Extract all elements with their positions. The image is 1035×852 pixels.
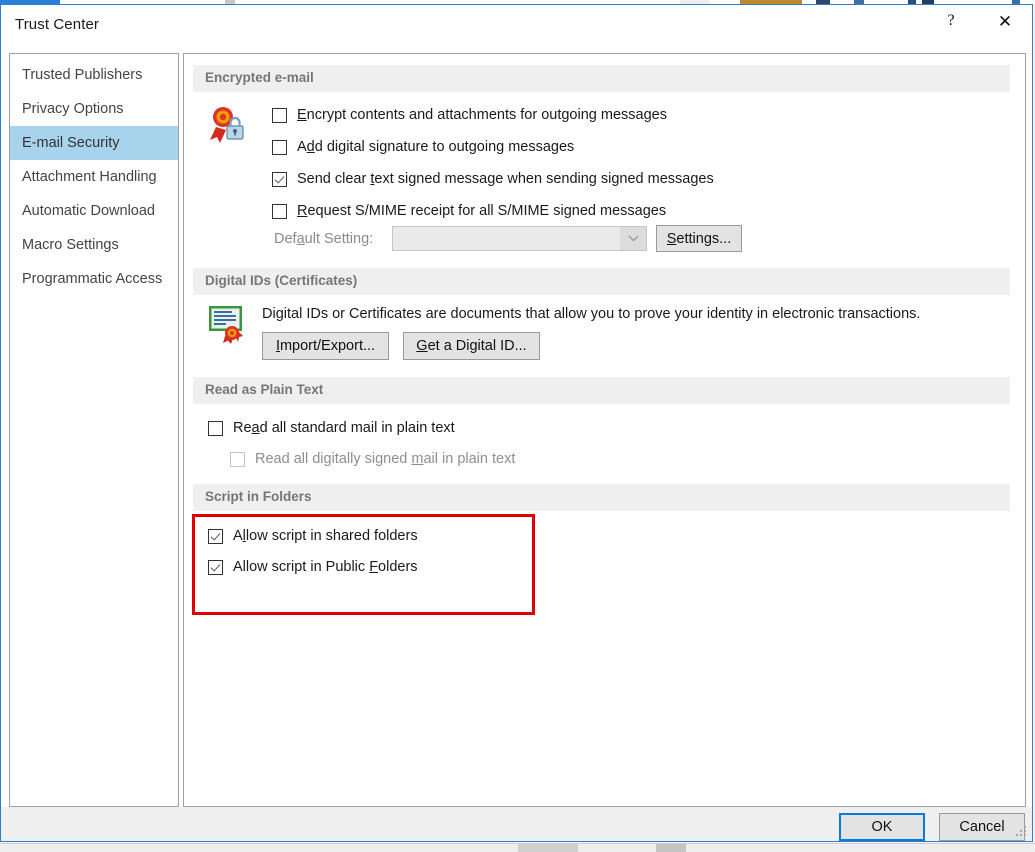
checkbox-box[interactable]	[208, 529, 223, 544]
checkbox-label: Request S/MIME receipt for all S/MIME si…	[297, 203, 666, 219]
sidebar-item-label: Automatic Download	[22, 203, 155, 219]
sidebar-item-privacy-options[interactable]: Privacy Options	[10, 92, 178, 126]
checkbox-label: Read all digitally signed mail in plain …	[255, 451, 515, 467]
section-header-digital-ids: Digital IDs (Certificates)	[193, 268, 1010, 295]
checkbox-label: Send clear text signed message when send…	[297, 171, 714, 187]
sidebar-panel: Trusted Publishers Privacy Options E-mai…	[9, 53, 179, 807]
window-title: Trust Center	[15, 16, 99, 33]
sidebar-item-label: Privacy Options	[22, 101, 124, 117]
checkbox-box[interactable]	[208, 560, 223, 575]
sidebar-item-label: E-mail Security	[22, 135, 120, 151]
checkbox-label: Read all standard mail in plain text	[233, 420, 455, 436]
checkbox-label: Allow script in shared folders	[233, 528, 418, 544]
certificate-document-icon	[207, 303, 247, 350]
section-header-label: Digital IDs (Certificates)	[205, 273, 357, 288]
sidebar-item-attachment-handling[interactable]: Attachment Handling	[10, 160, 178, 194]
section-header-script-in-folders: Script in Folders	[193, 484, 1010, 511]
get-digital-id-button[interactable]: Get a Digital ID...	[403, 332, 540, 360]
title-bar: Trust Center ? ✕	[1, 5, 1032, 48]
cancel-button[interactable]: Cancel	[939, 813, 1025, 841]
checkbox-box[interactable]	[272, 140, 287, 155]
sidebar-item-label: Attachment Handling	[22, 169, 157, 185]
checkbox-label: Allow script in Public Folders	[233, 559, 418, 575]
help-button[interactable]: ?	[928, 5, 974, 37]
sidebar-item-automatic-download[interactable]: Automatic Download	[10, 194, 178, 228]
checkbox-read-signed-mail-plain-text: Read all digitally signed mail in plain …	[230, 451, 515, 467]
section-header-label: Encrypted e-mail	[205, 70, 314, 85]
chevron-down-icon	[620, 227, 646, 250]
certificate-lock-icon	[204, 102, 248, 151]
content-panel: Encrypted e-mail	[183, 53, 1026, 807]
checkbox-read-standard-mail-plain-text[interactable]: Read all standard mail in plain text	[208, 420, 455, 436]
default-setting-dropdown[interactable]	[392, 226, 647, 251]
default-setting-label: Default Setting:	[274, 231, 373, 247]
checkbox-label: Add digital signature to outgoing messag…	[297, 139, 574, 155]
section-header-label: Read as Plain Text	[205, 382, 323, 397]
section-header-label: Script in Folders	[205, 489, 312, 504]
sidebar-item-label: Macro Settings	[22, 237, 119, 253]
sidebar-item-email-security[interactable]: E-mail Security	[10, 126, 178, 160]
checkbox-allow-script-shared-folders[interactable]: Allow script in shared folders	[208, 528, 418, 544]
checkbox-allow-script-public-folders[interactable]: Allow script in Public Folders	[208, 559, 418, 575]
help-icon: ?	[947, 13, 954, 29]
sidebar-item-label: Trusted Publishers	[22, 67, 142, 83]
section-header-encrypted-email: Encrypted e-mail	[193, 65, 1010, 92]
sidebar-item-macro-settings[interactable]: Macro Settings	[10, 228, 178, 262]
checkbox-add-digital-signature[interactable]: Add digital signature to outgoing messag…	[272, 139, 574, 155]
checkbox-box	[230, 452, 245, 467]
sidebar-item-programmatic-access[interactable]: Programmatic Access	[10, 262, 178, 296]
section-header-read-plain-text: Read as Plain Text	[193, 377, 1010, 404]
sidebar-item-trusted-publishers[interactable]: Trusted Publishers	[10, 58, 178, 92]
sidebar-item-label: Programmatic Access	[22, 271, 162, 287]
dialog-footer: OK Cancel	[1, 807, 1032, 841]
sidebar-list: Trusted Publishers Privacy Options E-mai…	[10, 58, 178, 296]
checkbox-box[interactable]	[272, 108, 287, 123]
checkbox-box[interactable]	[208, 421, 223, 436]
digital-ids-description: Digital IDs or Certificates are document…	[262, 306, 920, 322]
close-icon: ✕	[998, 13, 1012, 30]
checkbox-box[interactable]	[272, 172, 287, 187]
close-button[interactable]: ✕	[982, 5, 1028, 37]
settings-button[interactable]: Settings...	[656, 225, 742, 252]
resize-grip[interactable]	[1016, 826, 1029, 839]
ok-button[interactable]: OK	[839, 813, 925, 841]
trust-center-dialog: Trust Center ? ✕ Trusted Publishers Priv…	[0, 4, 1033, 842]
import-export-button[interactable]: Import/Export...	[262, 332, 389, 360]
checkbox-box[interactable]	[272, 204, 287, 219]
checkbox-label: Encrypt contents and attachments for out…	[297, 107, 667, 123]
checkbox-request-smime-receipt[interactable]: Request S/MIME receipt for all S/MIME si…	[272, 203, 666, 219]
checkbox-send-clear-text-signed[interactable]: Send clear text signed message when send…	[272, 171, 714, 187]
checkbox-encrypt-contents[interactable]: Encrypt contents and attachments for out…	[272, 107, 667, 123]
